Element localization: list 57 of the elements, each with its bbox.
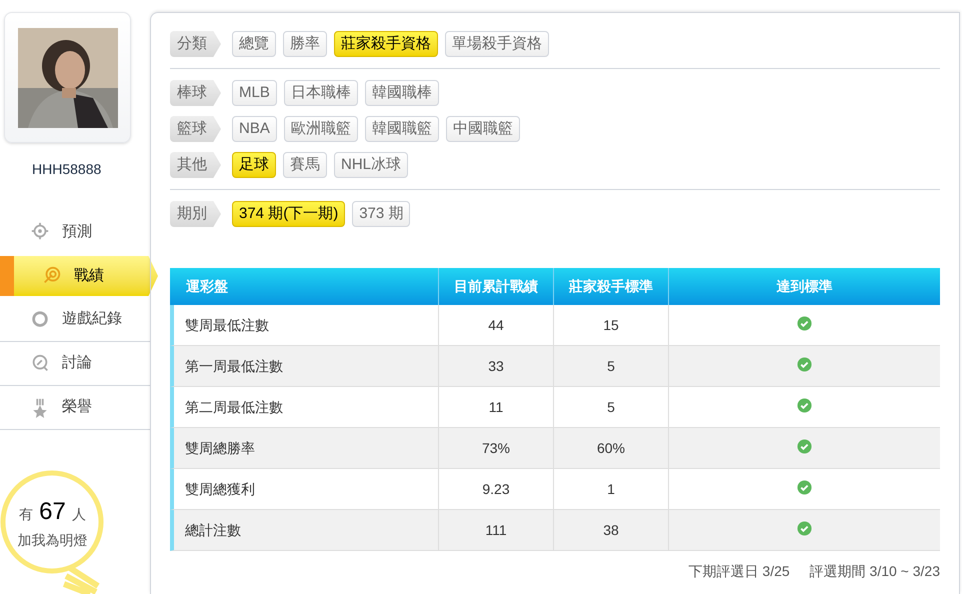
footer-note: 評選期間 3/10 ~ 3/23: [810, 562, 940, 581]
nav-item[interactable]: 遊戲紀錄: [0, 298, 150, 342]
table-cell-text: 第一周最低注數: [184, 356, 284, 376]
crosshair-icon: [30, 222, 50, 242]
column-header: 運彩盤: [185, 277, 229, 296]
table-cell: 1: [553, 469, 668, 509]
table-cell-text: 總計注數: [184, 520, 242, 540]
filter-option[interactable]: 賽馬: [283, 152, 327, 178]
filter-option[interactable]: 單場殺手資格: [445, 31, 549, 57]
nav-item[interactable]: 預測: [0, 210, 150, 254]
filter-option[interactable]: 373 期: [352, 201, 410, 227]
nav-item[interactable]: 榮譽: [0, 386, 150, 430]
filter-option[interactable]: NHL冰球: [334, 152, 408, 178]
filter-option[interactable]: 總覽: [232, 31, 276, 57]
table-cell: 15: [553, 305, 668, 345]
footer-note: 下期評選日 3/25: [688, 562, 790, 581]
table-cell-text: 雙周最低注數: [184, 316, 270, 334]
table-cell: 38: [553, 510, 668, 550]
filter-label: 籃球: [170, 116, 221, 142]
fans-caption: 加我為明燈: [18, 531, 88, 550]
table-cell: 9.23: [438, 469, 553, 509]
filter-label: 其他: [170, 152, 221, 178]
table-cell-text: 第二周最低注數: [184, 398, 284, 416]
table-cell: 111: [438, 510, 553, 550]
nav-item[interactable]: 討論: [0, 342, 150, 386]
table-cell: 5: [553, 346, 668, 386]
filter-option[interactable]: 日本職棒: [284, 80, 358, 106]
table-cell: 44: [438, 305, 553, 345]
table-cell: 33: [438, 346, 553, 386]
filter-option[interactable]: 勝率: [283, 31, 327, 57]
table-cell: 73%: [438, 428, 553, 468]
fans-suffix: 人: [72, 505, 86, 524]
table-cell: 60%: [553, 428, 668, 468]
nav-item[interactable]: 戰績: [0, 256, 158, 296]
filter-option[interactable]: 足球: [232, 152, 276, 178]
chat-bubble-icon: [30, 354, 50, 374]
target-icon: [42, 266, 62, 286]
filter-option[interactable]: 韓國職籃: [364, 116, 439, 142]
filter-option[interactable]: MLB: [232, 80, 277, 106]
table-cell: 5: [553, 387, 668, 427]
table-cell-text: 雙周總勝率: [184, 438, 256, 458]
filter-option[interactable]: NBA: [232, 116, 277, 142]
filter-option[interactable]: 韓國職棒: [364, 80, 439, 106]
ring-icon: [30, 310, 50, 330]
fans-prefix: 有: [19, 505, 34, 524]
filter-option[interactable]: 中國職籃: [446, 116, 520, 142]
filter-label: 分類: [170, 31, 221, 57]
filter-label: 棒球: [170, 80, 221, 106]
table-cell: 11: [438, 387, 553, 427]
filter-option[interactable]: 莊家殺手資格: [334, 31, 438, 57]
username: HHH58888: [32, 160, 102, 179]
filter-option[interactable]: 374 期(下一期): [232, 201, 346, 227]
filter-option[interactable]: 歐洲職籃: [284, 116, 358, 142]
fan-count: 67: [39, 497, 66, 527]
table-cell-text: 雙周總獲利: [184, 480, 256, 498]
filter-label: 期別: [170, 201, 221, 227]
lightbulb-icon: [0, 468, 105, 594]
